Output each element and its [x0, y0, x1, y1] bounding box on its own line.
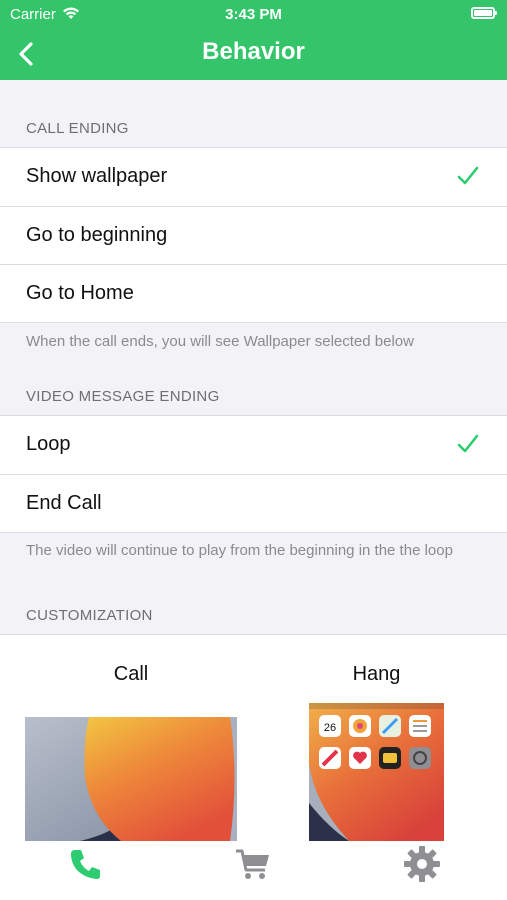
- option-label: Loop: [26, 433, 71, 455]
- checkmark-icon: [457, 166, 479, 185]
- wallpaper-image: [25, 717, 237, 841]
- page-title: Behavior: [202, 38, 305, 65]
- option-go-to-home[interactable]: Go to Home: [0, 264, 507, 322]
- tab-phone[interactable]: [66, 844, 106, 884]
- option-label: End Call: [26, 492, 102, 514]
- section-header-video-message-ending: VIDEO MESSAGE ENDING: [26, 388, 220, 405]
- call-caption: Call: [113, 663, 149, 685]
- phone-icon: [71, 850, 100, 879]
- call-ending-options: Show wallpaper Go to beginning Go to Hom…: [0, 147, 507, 323]
- hang-caption: Hang: [352, 663, 401, 685]
- option-go-to-beginning[interactable]: Go to beginning: [0, 206, 507, 264]
- cart-icon: [236, 849, 269, 879]
- calendar-date: 26: [324, 722, 336, 734]
- section-header-customization: CUSTOMIZATION: [26, 607, 153, 624]
- gear-icon: [404, 846, 440, 882]
- battery-icon: [471, 7, 497, 19]
- homescreen-image: 26: [309, 703, 444, 841]
- navigation-bar: Behavior: [0, 28, 507, 80]
- call-wallpaper-thumbnail[interactable]: [25, 717, 237, 841]
- option-label: Go to Home: [26, 282, 134, 304]
- option-loop[interactable]: Loop: [0, 416, 507, 474]
- video-message-ending-options: Loop End Call: [0, 415, 507, 533]
- tab-settings[interactable]: [402, 844, 442, 884]
- tab-bar: [0, 838, 507, 890]
- hang-wallpaper-thumbnail[interactable]: 26: [309, 703, 444, 841]
- option-label: Show wallpaper: [26, 165, 168, 187]
- tab-store[interactable]: [233, 844, 273, 884]
- option-end-call[interactable]: End Call: [0, 474, 507, 532]
- call-ending-footer: When the call ends, you will see Wallpap…: [26, 333, 414, 350]
- status-bar: Carrier 3:43 PM: [0, 0, 507, 28]
- status-time: 3:43 PM: [225, 6, 282, 23]
- option-show-wallpaper[interactable]: Show wallpaper: [0, 148, 507, 206]
- section-header-call-ending: CALL ENDING: [26, 120, 129, 137]
- video-message-ending-footer: The video will continue to play from the…: [26, 542, 453, 559]
- checkmark-icon: [457, 434, 479, 453]
- option-label: Go to beginning: [26, 224, 168, 246]
